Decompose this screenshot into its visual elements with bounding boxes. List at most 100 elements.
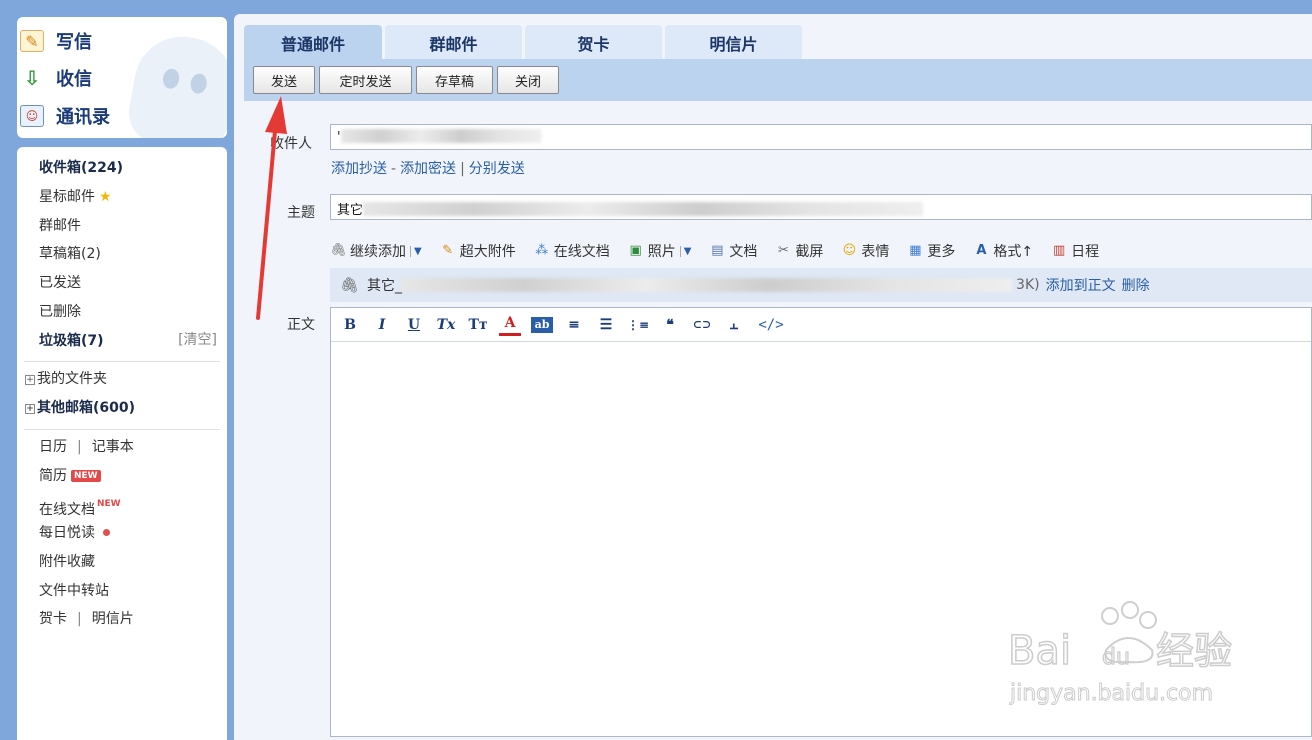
clear-format-button[interactable]: ⫠ bbox=[723, 314, 745, 336]
folder-spam[interactable]: 垃圾箱(7) bbox=[39, 330, 104, 352]
pencil-icon: ✎ bbox=[20, 30, 44, 52]
paperclip-icon: 🖇 bbox=[340, 276, 360, 294]
photo-label: 照片 bbox=[647, 244, 676, 260]
schedule-send-button[interactable]: 定时发送 bbox=[319, 66, 412, 94]
new-superscript: NEW bbox=[97, 499, 121, 509]
font-family-button[interactable]: Tx bbox=[435, 314, 457, 336]
add-cc-link[interactable]: 添加抄送 bbox=[331, 161, 387, 177]
daily-read-label: 每日悦读 bbox=[39, 525, 95, 541]
notes-link[interactable]: 记事本 bbox=[92, 439, 134, 455]
attached-file-row: 🖇 其它_ 3K) 添加到正文 删除 bbox=[330, 268, 1312, 302]
attachment-fav-link[interactable]: 附件收藏 bbox=[39, 551, 95, 573]
italic-button[interactable]: I bbox=[371, 314, 393, 336]
subject-input[interactable]: 其它 bbox=[330, 194, 1312, 220]
tab-postcard[interactable]: 明信片 bbox=[665, 25, 802, 59]
bold-button[interactable]: B bbox=[339, 314, 361, 336]
font-a-icon: A bbox=[976, 243, 987, 258]
star-icon: ★ bbox=[99, 189, 112, 205]
large-attachment-button[interactable]: ✎ 超大附件 bbox=[440, 241, 515, 261]
clear-spam-link[interactable]: [清空] bbox=[178, 329, 217, 349]
online-doc-button[interactable]: ⁂ 在线文档 bbox=[534, 241, 610, 261]
document-icon: ▤ bbox=[711, 243, 724, 258]
calendar-icon: ▥ bbox=[1052, 243, 1066, 258]
schedule-button[interactable]: ▥ 日程 bbox=[1051, 241, 1099, 261]
emoji-label: 表情 bbox=[861, 244, 890, 260]
folder-panel: 收件箱(224) 星标邮件 ★ 群邮件 草稿箱(2) 已发送 已删除 垃圾箱(7)… bbox=[17, 147, 227, 740]
link-button[interactable]: ⊂⊃ bbox=[691, 314, 713, 336]
file-transfer-link[interactable]: 文件中转站 bbox=[39, 580, 109, 602]
redacted-filename bbox=[402, 278, 1013, 292]
body-textarea[interactable] bbox=[331, 342, 1311, 736]
write-mail-label: 写信 bbox=[56, 32, 92, 53]
photo-button[interactable]: ▣ 照片 ▼ bbox=[628, 241, 692, 261]
postcard-link[interactable]: 明信片 bbox=[92, 611, 134, 627]
folder-sent[interactable]: 已发送 bbox=[39, 272, 81, 294]
other-mailboxes-label: 其他邮箱(600) bbox=[37, 400, 136, 416]
expand-icon[interactable]: + bbox=[25, 375, 35, 385]
schedule-label: 日程 bbox=[1071, 244, 1100, 260]
save-draft-button[interactable]: 存草稿 bbox=[416, 66, 493, 94]
card-postcard-row: 贺卡 | 明信片 bbox=[39, 608, 134, 630]
source-code-button[interactable]: </> bbox=[755, 314, 787, 336]
indent-button[interactable]: ⋮≡ bbox=[627, 314, 649, 336]
delete-attachment-link[interactable]: 删除 bbox=[1122, 275, 1150, 295]
expand-icon[interactable]: + bbox=[25, 404, 35, 414]
attached-file-name: 其它_ bbox=[367, 278, 403, 294]
format-label: 格式↑ bbox=[993, 244, 1034, 260]
send-button[interactable]: 发送 bbox=[253, 66, 315, 94]
attached-file-size: 3K) bbox=[1016, 277, 1040, 293]
emoji-button[interactable]: ☺ 表情 bbox=[841, 241, 890, 261]
calendar-link[interactable]: 日历 bbox=[39, 439, 67, 455]
text-color-button[interactable]: A bbox=[499, 314, 521, 336]
font-size-button[interactable]: Tт bbox=[467, 314, 489, 336]
chevron-down-icon[interactable]: ▼ bbox=[410, 245, 422, 257]
folder-starred[interactable]: 星标邮件 ★ bbox=[39, 186, 112, 208]
add-to-body-link[interactable]: 添加到正文 bbox=[1046, 275, 1116, 295]
scissors-icon: ✂ bbox=[777, 243, 789, 258]
my-folders-label: 我的文件夹 bbox=[37, 371, 107, 387]
underline-button[interactable]: U bbox=[403, 314, 425, 336]
my-folders-item[interactable]: + 我的文件夹 bbox=[25, 368, 107, 390]
recipient-input[interactable]: ' bbox=[330, 124, 1312, 150]
separator: | bbox=[77, 439, 82, 455]
receive-mail-link[interactable]: ⇩ 收信 bbox=[20, 62, 92, 94]
add-bcc-link[interactable]: 添加密送 bbox=[400, 161, 456, 177]
contacts-link[interactable]: ☺ 通讯录 bbox=[20, 100, 110, 132]
resume-link[interactable]: 简历 NEW bbox=[39, 465, 101, 487]
body-editor: B I U Tx Tт A ab ≡ ☰ ⋮≡ ❝ ⊂⊃ ⫠ </> bbox=[330, 307, 1312, 737]
tab-group-mail[interactable]: 群邮件 bbox=[385, 25, 522, 59]
subject-value: 其它 bbox=[337, 203, 364, 218]
daily-read-link[interactable]: 每日悦读 bbox=[39, 522, 110, 544]
card-link[interactable]: 贺卡 bbox=[39, 611, 67, 627]
penguin-decoration bbox=[124, 29, 227, 138]
other-mailboxes-item[interactable]: + 其他邮箱(600) bbox=[25, 397, 135, 419]
document-button[interactable]: ▤ 文档 bbox=[709, 241, 757, 261]
tab-normal-mail[interactable]: 普通邮件 bbox=[244, 25, 382, 59]
online-docs-link[interactable]: 在线文档 NEW bbox=[39, 493, 121, 518]
quote-button[interactable]: ❝ bbox=[659, 314, 681, 336]
write-mail-link[interactable]: ✎ 写信 bbox=[20, 25, 92, 57]
highlight-button[interactable]: ab bbox=[531, 316, 553, 333]
online-doc-label: 在线文档 bbox=[553, 244, 610, 260]
format-button[interactable]: A 格式↑ bbox=[973, 241, 1033, 261]
chevron-down-icon[interactable]: ▼ bbox=[679, 245, 691, 257]
attachment-toolbar: 🖇 继续添加 ▼ ✎ 超大附件 ⁂ 在线文档 ▣ 照片 ▼ ▤ 文档 ✂ 截屏 ☺ 表情 ▦ 更多 … bbox=[330, 240, 1117, 262]
screenshot-label: 截屏 bbox=[795, 244, 824, 260]
more-button[interactable]: ▦ 更多 bbox=[907, 241, 955, 261]
folder-deleted[interactable]: 已删除 bbox=[39, 301, 81, 323]
folder-drafts[interactable]: 草稿箱(2) bbox=[39, 243, 101, 265]
online-docs-label: 在线文档 bbox=[39, 502, 95, 518]
continue-add-button[interactable]: 🖇 继续添加 ▼ bbox=[330, 241, 422, 261]
separate-send-link[interactable]: 分别发送 bbox=[469, 161, 525, 177]
close-button[interactable]: 关闭 bbox=[497, 66, 559, 94]
bar: | bbox=[460, 161, 465, 177]
folder-group[interactable]: 群邮件 bbox=[39, 215, 81, 237]
align-button[interactable]: ≡ bbox=[563, 314, 585, 336]
recipient-options: 添加抄送 - 添加密送 | 分别发送 bbox=[331, 158, 525, 178]
screenshot-button[interactable]: ✂ 截屏 bbox=[775, 241, 823, 261]
editor-toolbar: B I U Tx Tт A ab ≡ ☰ ⋮≡ ❝ ⊂⊃ ⫠ </> bbox=[331, 308, 1311, 342]
bullet-list-button[interactable]: ☰ bbox=[595, 314, 617, 336]
folder-inbox[interactable]: 收件箱(224) bbox=[39, 157, 123, 179]
tab-greeting-card[interactable]: 贺卡 bbox=[525, 25, 662, 59]
new-badge: NEW bbox=[71, 470, 101, 482]
